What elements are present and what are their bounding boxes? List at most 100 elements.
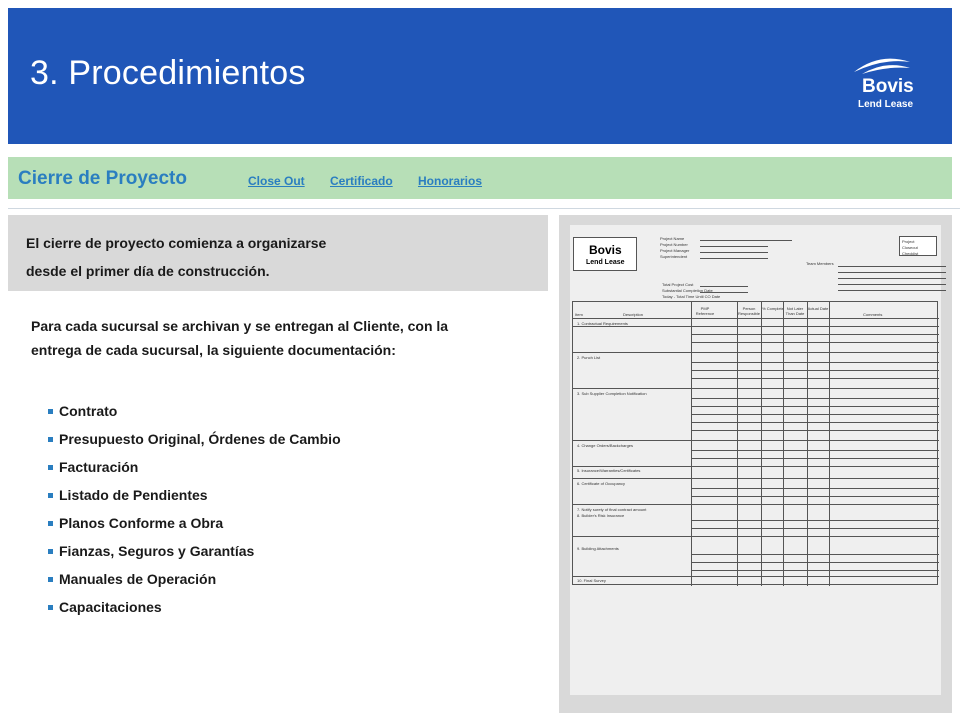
table-rule bbox=[691, 414, 939, 415]
logo-sub: Lend Lease bbox=[858, 99, 914, 110]
form-field-label: Total Project Cost bbox=[662, 282, 694, 287]
bullet-icon bbox=[48, 604, 53, 610]
list-item: Capacitaciones bbox=[48, 599, 162, 615]
checklist-section: 9. Building Attachments bbox=[577, 546, 619, 551]
form-field-label: Project Number bbox=[660, 242, 688, 247]
column-header: Description bbox=[623, 312, 644, 317]
form-title-box: Project Closeout Checklist bbox=[899, 236, 937, 256]
form-field-label: Project Manager bbox=[660, 248, 690, 253]
form-field-line bbox=[700, 246, 768, 247]
list-item: Fianzas, Seguros y Garantías bbox=[48, 543, 254, 559]
column-header: Comments bbox=[863, 312, 883, 317]
table-rule bbox=[573, 504, 939, 505]
column-header: Not Later Than Date bbox=[785, 306, 805, 316]
checklist-section: 8. Builder's Risk Insurance bbox=[577, 513, 625, 518]
table-rule bbox=[691, 520, 939, 521]
table-rule bbox=[783, 302, 784, 586]
checklist-section: 5. Insurance/Warranties/Certificates bbox=[577, 468, 641, 473]
table-rule bbox=[691, 398, 939, 399]
list-item: Listado de Pendientes bbox=[48, 487, 208, 503]
divider bbox=[8, 208, 960, 209]
list-item: Facturación bbox=[48, 459, 138, 475]
form-field-label: Team Members bbox=[806, 261, 834, 266]
form-field-label: Today - Total Time Until CO Date bbox=[662, 294, 721, 299]
bovis-logo-icon bbox=[854, 58, 910, 74]
intro-line: El cierre de proyecto comienza a organiz… bbox=[26, 235, 327, 251]
bullet-icon bbox=[48, 436, 53, 442]
table-rule bbox=[807, 302, 808, 586]
checklist-section: 4. Change Orders/Backcharges bbox=[577, 443, 634, 448]
column-header: Person Responsible bbox=[737, 306, 760, 316]
form-logo: Bovis Lend Lease bbox=[573, 237, 637, 271]
section-bar: Cierre de Proyecto Close Out Certificado… bbox=[8, 157, 952, 199]
form-title-line: Closeout bbox=[902, 245, 918, 250]
column-header: Item bbox=[575, 312, 583, 317]
table-rule bbox=[761, 302, 762, 586]
list-item-label: Facturación bbox=[59, 459, 139, 475]
checklist-section: 10. Final Survey bbox=[577, 578, 606, 583]
checklist-table: Item Description PMP Reference Person Re… bbox=[572, 301, 939, 586]
table-rule bbox=[691, 406, 939, 407]
list-item: Manuales de Operación bbox=[48, 571, 216, 587]
checklist-section: 2. Punch List bbox=[577, 355, 601, 360]
form-field-line bbox=[700, 292, 748, 293]
form-field-label: Superintendent bbox=[660, 254, 688, 259]
link-certificado[interactable]: Certificado bbox=[330, 174, 393, 188]
form-field-label: Project Name bbox=[660, 236, 685, 241]
table-rule bbox=[573, 576, 939, 577]
list-item-label: Presupuesto Original, Órdenes de Cambio bbox=[59, 431, 341, 447]
column-header: PMP Reference bbox=[695, 306, 715, 316]
table-rule bbox=[573, 536, 939, 537]
form-field-line bbox=[700, 252, 768, 253]
checklist-section: 7. Notify surety of final contract amoun… bbox=[577, 507, 647, 512]
bullet-icon bbox=[48, 548, 53, 554]
form-field-line bbox=[700, 286, 748, 287]
bullet-icon bbox=[48, 464, 53, 470]
table-rule bbox=[691, 450, 939, 451]
table-rule bbox=[691, 362, 939, 363]
list-item: Presupuesto Original, Órdenes de Cambio bbox=[48, 431, 341, 447]
form-title-line: Project bbox=[902, 239, 915, 244]
list-item: Planos Conforme a Obra bbox=[48, 515, 223, 531]
form-field-line bbox=[838, 272, 946, 273]
list-item: Contrato bbox=[48, 403, 117, 419]
form-field-line bbox=[700, 240, 792, 241]
bullet-icon bbox=[48, 408, 53, 414]
checklist-section: 6. Certificate of Occupancy bbox=[577, 481, 626, 486]
form-field-line bbox=[700, 258, 768, 259]
table-rule bbox=[691, 302, 692, 586]
bullet-icon bbox=[48, 492, 53, 498]
link-close-out[interactable]: Close Out bbox=[248, 174, 305, 188]
table-rule bbox=[691, 334, 939, 335]
closeout-checklist-document: Bovis Lend Lease Project Closeout Checkl… bbox=[570, 225, 946, 695]
bullet-icon bbox=[48, 520, 53, 526]
bovis-logo: Bovis Lend Lease bbox=[844, 54, 934, 118]
logo-word: Bovis bbox=[862, 76, 914, 97]
intro-box: El cierre de proyecto comienza a organiz… bbox=[8, 215, 548, 291]
form-logo-word: Bovis bbox=[589, 243, 622, 257]
checklist-section: 3. Sub Supplier Completion Notification bbox=[577, 391, 647, 396]
table-rule bbox=[573, 318, 939, 319]
table-rule bbox=[573, 388, 939, 389]
header-banner: 3. Procedimientos Bovis Lend Lease bbox=[8, 8, 952, 144]
table-rule bbox=[573, 352, 939, 353]
list-item-label: Listado de Pendientes bbox=[59, 487, 208, 503]
form-field-line bbox=[838, 278, 946, 279]
table-rule bbox=[691, 378, 939, 379]
table-rule bbox=[691, 528, 939, 529]
list-item-label: Capacitaciones bbox=[59, 599, 162, 615]
list-item-label: Fianzas, Seguros y Garantías bbox=[59, 543, 255, 559]
link-honorarios[interactable]: Honorarios bbox=[418, 174, 482, 188]
form-field-line bbox=[838, 290, 946, 291]
table-rule bbox=[691, 458, 939, 459]
list-item-label: Manuales de Operación bbox=[59, 571, 217, 587]
table-rule bbox=[573, 326, 939, 327]
table-rule bbox=[691, 554, 939, 555]
page-title: 3. Procedimientos bbox=[30, 54, 306, 92]
intro-line: desde el primer día de construcción. bbox=[26, 263, 270, 279]
list-item-label: Planos Conforme a Obra bbox=[59, 515, 224, 531]
table-rule bbox=[691, 430, 939, 431]
paragraph-line: entrega de cada sucursal, la siguiente d… bbox=[31, 342, 396, 358]
form-logo-sub: Lend Lease bbox=[586, 259, 625, 266]
table-rule bbox=[573, 466, 939, 467]
